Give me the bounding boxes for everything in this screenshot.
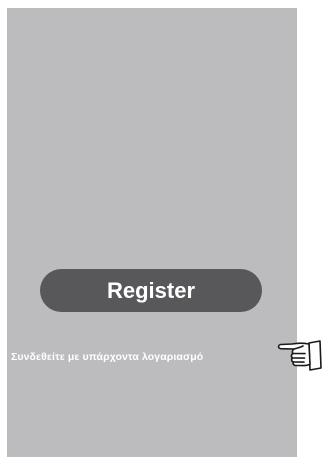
page: Register Συνδεθείτε με υπάρχοντα λογαρια…	[0, 0, 322, 457]
app-screen: Register Συνδεθείτε με υπάρχοντα λογαρια…	[7, 8, 297, 457]
pointing-hand-icon	[277, 340, 322, 371]
login-existing-account-link[interactable]: Συνδεθείτε με υπάρχοντα λογαριασμό	[7, 351, 297, 363]
register-button[interactable]: Register	[40, 269, 262, 312]
